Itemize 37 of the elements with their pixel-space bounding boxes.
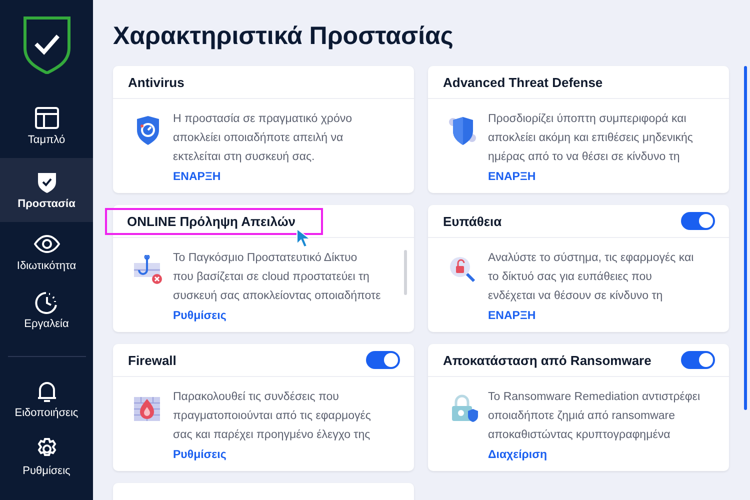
toggle-switch[interactable] [366, 351, 400, 369]
nav-item[interactable]: Εργαλεία [0, 284, 93, 338]
toggle-switch[interactable] [681, 212, 715, 230]
firewall-icon [133, 394, 163, 424]
card-title: Αποκατάσταση από Ransomware [443, 352, 652, 368]
nav-item[interactable]: Ιδιωτικότητα [0, 226, 93, 280]
action-link[interactable]: Ρυθμίσεις [173, 449, 226, 461]
feature-description: Η προστασία σε πραγματικό χρόνο αποκλείει οποιαδήποτε απειλή να εκτελείται στη συσκευή σας. [173, 112, 352, 165]
action-link[interactable]: Διαχείριση [488, 449, 548, 461]
cursor-icon [296, 228, 310, 248]
feature-description: Το Παγκόσμιο Προστατευτικό Δίκτυο που βασίζεται σε cloud προστατεύει τη συσκευή σας αποκλείοντας οποιαδήποτε [173, 251, 381, 304]
feature-description: Προσδιορίζει ύποπτη συμπεριφορά και αποκλείει ακόμη και επιθέσεις μηδενικής ημέρας από το να θέσει σε κίνδυνο τη [488, 112, 693, 165]
toggle-switch[interactable] [681, 351, 715, 369]
nav-item[interactable]: Ειδοποιήσεις [0, 373, 93, 427]
nav-item[interactable]: Ρυθμίσεις [0, 431, 93, 485]
action-link[interactable]: ΕΝΑΡΞΗ [488, 171, 536, 183]
feature-description: Αναλύστε το σύστημα, τις εφαρμογές και το δίκτυό σας για ευπάθειες που ενδέχεται να θέσουν σε κίνδυνο τη [488, 251, 694, 304]
shield-icon [448, 116, 478, 146]
card-title: Ευπάθεια [443, 214, 502, 228]
action-link[interactable]: Ρυθμίσεις [173, 310, 226, 322]
feature-description: Το Ransomware Remediation αντιστρέφει οποιαδήποτε ζημιά από ransomware αποκαθιστώντας κρυπτογραφημένα [488, 390, 700, 443]
fishhook-icon [133, 255, 163, 285]
card-title: Firewall [128, 352, 176, 368]
shield-logo [20, 14, 72, 74]
card-title: Advanced Threat Defense [443, 74, 603, 90]
card-title: ONLINE Πρόληψη Απειλών [107, 210, 321, 232]
card-title: Antivirus [128, 74, 184, 90]
action-link[interactable]: ΕΝΑΡΞΗ [488, 310, 536, 322]
dashboard-icon [34, 106, 60, 130]
page-title: Χαρακτηριστικά Προστασίας [113, 22, 454, 51]
eye-icon [34, 232, 60, 256]
action-link[interactable]: ΕΝΑΡΞΗ [173, 171, 221, 183]
magnifier-icon [448, 255, 478, 285]
feature-description: Παρακολουθεί τις συνδέσεις που πραγματοποιούνται από τις εφαρμογές σας και παρέχει προηγμένο έλεγχο της [173, 390, 371, 443]
nav-item[interactable]: Προστασία [0, 158, 93, 222]
clock-icon [34, 290, 60, 314]
nav-item[interactable]: Ταμπλό [0, 100, 93, 154]
